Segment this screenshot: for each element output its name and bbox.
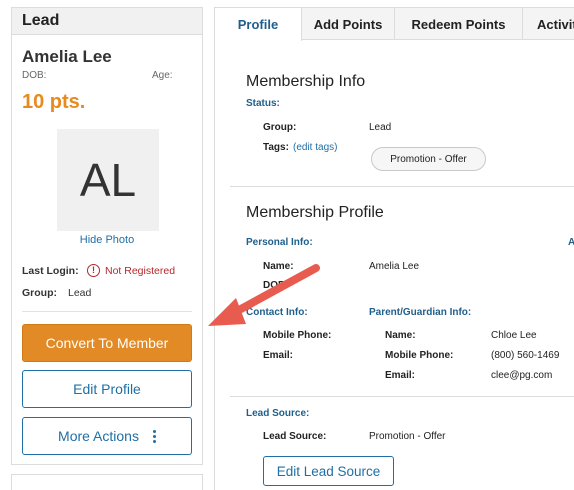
tab-bar: Profile Add Points Redeem Points Activit xyxy=(215,8,574,41)
guardian-email-value: clee@pg.com xyxy=(491,370,553,381)
name-label: Name: xyxy=(263,261,294,272)
more-actions-label: More Actions xyxy=(58,428,139,444)
lead-sidebar: Lead Amelia Lee DOB: Age: 10 pts. AL Hid… xyxy=(11,7,203,465)
edit-lead-source-button[interactable]: Edit Lead Source xyxy=(263,456,394,486)
tag-chip[interactable]: Promotion - Offer xyxy=(371,147,486,171)
edit-tags-link[interactable]: (edit tags) xyxy=(293,142,337,153)
convert-to-member-button[interactable]: Convert To Member xyxy=(22,324,192,362)
tags-label: Tags: xyxy=(263,142,289,153)
email-label: Email: xyxy=(263,350,294,361)
lead-source-value: Promotion - Offer xyxy=(369,431,446,442)
guardian-mobile-value: (800) 560-1469 xyxy=(491,350,560,361)
sidebar-divider xyxy=(22,311,192,312)
profile-dob-label: DOB: xyxy=(263,280,289,291)
lead-source-section-label: Lead Source: xyxy=(246,408,310,419)
dob-label: DOB: xyxy=(22,70,47,81)
last-login-status: ! Not Registered xyxy=(87,264,175,277)
truncated-section-label: A xyxy=(568,237,574,248)
tab-redeem-points[interactable]: Redeem Points xyxy=(395,8,523,40)
more-actions-button[interactable]: More Actions xyxy=(22,417,192,455)
guardian-info-label: Parent/Guardian Info: xyxy=(369,307,472,318)
personal-info-label: Personal Info: xyxy=(246,237,313,248)
age-label: Age: xyxy=(152,70,173,81)
guardian-email-label: Email: xyxy=(385,370,416,381)
guardian-mobile-label: Mobile Phone: xyxy=(385,350,454,361)
warning-icon: ! xyxy=(87,264,100,277)
sidebar-secondary-panel xyxy=(11,474,203,490)
tab-activity[interactable]: Activit xyxy=(523,8,574,40)
avatar: AL xyxy=(57,129,159,231)
name-value: Amelia Lee xyxy=(369,261,420,272)
avatar-initials: AL xyxy=(79,154,137,206)
info-group-label: Group: xyxy=(263,122,297,133)
lead-source-label: Lead Source: xyxy=(263,431,327,442)
membership-profile-title: Membership Profile xyxy=(246,204,384,221)
status-label: Status: xyxy=(246,98,280,109)
tab-add-points[interactable]: Add Points xyxy=(302,8,395,40)
edit-profile-button[interactable]: Edit Profile xyxy=(22,370,192,408)
mobile-phone-label: Mobile Phone: xyxy=(263,330,332,341)
group-label: Group: xyxy=(22,287,57,299)
sidebar-header: Lead xyxy=(12,8,202,35)
tab-profile[interactable]: Profile xyxy=(215,8,302,41)
section-divider xyxy=(230,396,574,397)
last-login-value: Not Registered xyxy=(105,264,176,277)
group-value: Lead xyxy=(68,287,92,299)
points-balance: 10 pts. xyxy=(22,91,86,113)
section-divider xyxy=(230,186,574,187)
last-login-label: Last Login: xyxy=(22,265,79,277)
guardian-name-value: Chloe Lee xyxy=(491,330,537,341)
info-group-value: Lead xyxy=(369,122,392,133)
kebab-menu-icon xyxy=(152,429,156,443)
membership-info-title: Membership Info xyxy=(246,73,366,90)
hide-photo-link[interactable]: Hide Photo xyxy=(12,234,202,246)
contact-info-label: Contact Info: xyxy=(246,307,308,318)
lead-name: Amelia Lee xyxy=(22,47,112,66)
guardian-name-label: Name: xyxy=(385,330,416,341)
profile-panel: Profile Add Points Redeem Points Activit… xyxy=(214,7,574,490)
